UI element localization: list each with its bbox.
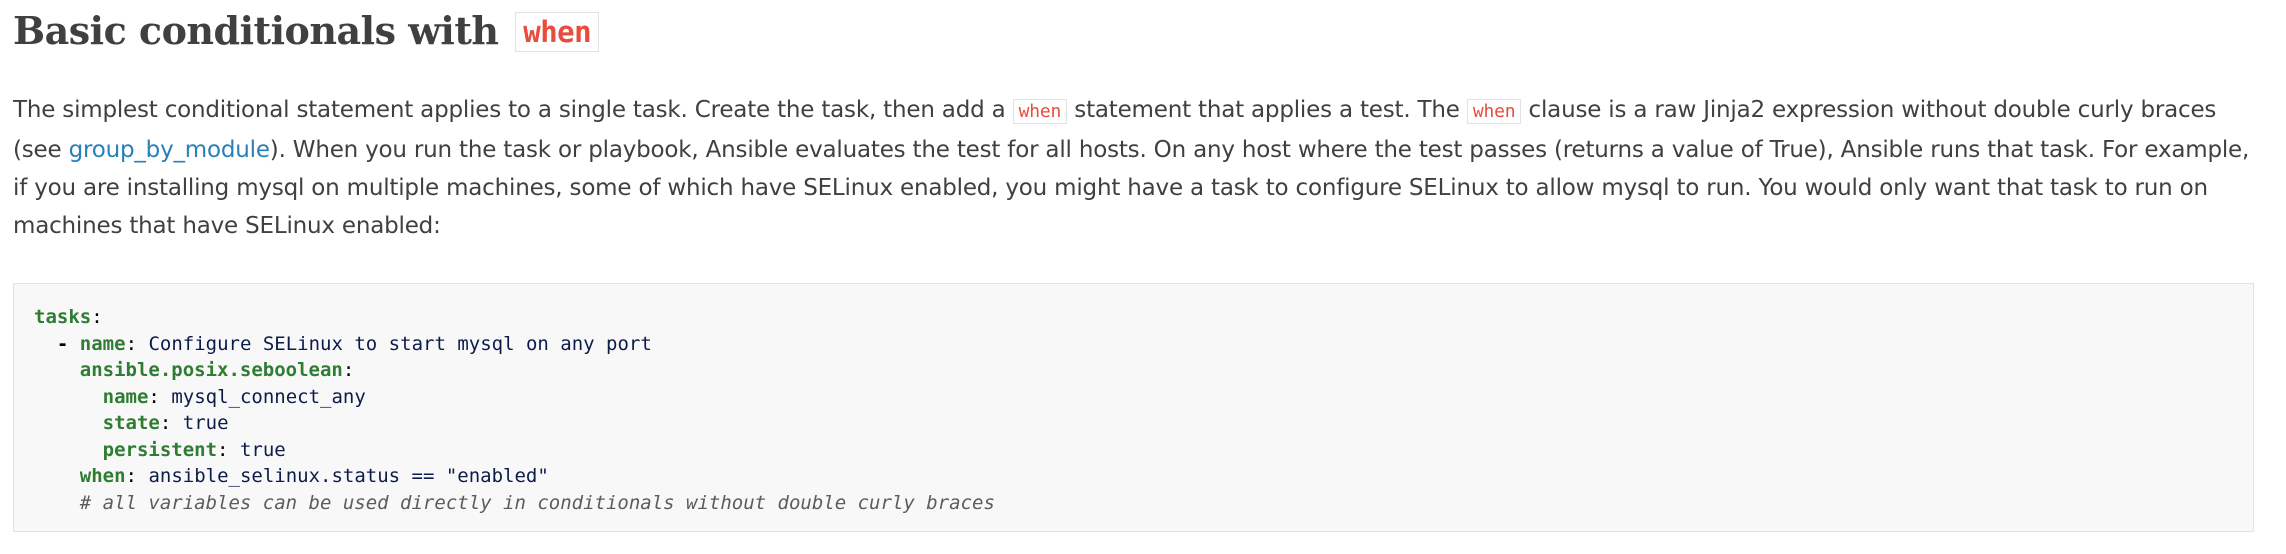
code-key: tasks [34, 306, 92, 328]
code-value: Configure SELinux to start mysql on any … [148, 332, 652, 355]
code-key: persistent [102, 438, 218, 461]
intro-text-4: ). When you run the task or playbook, An… [13, 137, 2250, 239]
intro-text-2: statement that applies a test. The [1067, 97, 1467, 123]
code-key: state [102, 412, 160, 434]
code-listing: tasks: - name: Configure SELinux to star… [34, 306, 995, 514]
title-text: Basic conditionals with [13, 8, 512, 53]
intro-paragraph: The simplest conditional statement appli… [13, 91, 2256, 245]
code-key: when [79, 465, 126, 487]
title-inline-code: when [515, 12, 600, 52]
code-key: name [102, 385, 149, 408]
group-by-module-link[interactable]: group_by_module [69, 137, 270, 163]
page-title: Basic conditionals with when [13, 4, 600, 61]
code-value: mysql_connect_any [171, 385, 366, 408]
code-value: true [182, 412, 229, 434]
code-dash: - [56, 332, 69, 355]
code-block: tasks: - name: Configure SELinux to star… [13, 283, 2254, 532]
code-key: ansible.posix.seboolean [79, 359, 343, 381]
inline-code-when-2: when [1466, 99, 1522, 124]
inline-code-when-1: when [1012, 99, 1068, 124]
code-value: ansible_selinux.status == "enabled" [148, 465, 549, 487]
code-key: name [79, 332, 126, 355]
code-value: true [239, 438, 286, 461]
code-comment: # all variables can be used directly in … [79, 491, 995, 514]
intro-text-1: The simplest conditional statement appli… [13, 97, 1013, 123]
